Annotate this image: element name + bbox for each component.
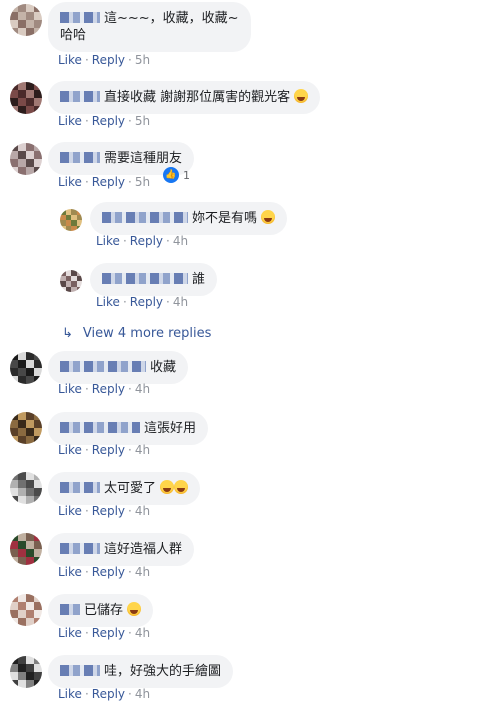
like-link[interactable]: Like <box>58 114 82 128</box>
reply-link[interactable]: Reply <box>92 382 125 396</box>
reply-link[interactable]: Reply <box>92 175 125 189</box>
comment-bubble: 直接收藏 謝謝那位厲害的觀光客 <box>48 81 321 114</box>
reply-link[interactable]: Reply <box>92 114 125 128</box>
comment-bubble: 這~~~，收藏，收藏~ 哈哈 <box>48 2 251 52</box>
comment-actions: Like · Reply · 4h <box>58 504 151 518</box>
comment-actions: Like · Reply · 4h <box>96 295 189 309</box>
reply-link[interactable]: Reply <box>92 53 125 67</box>
comment-actions: Like · Reply · 4h <box>96 234 189 248</box>
comment-bubble: 這張好用 <box>48 412 209 445</box>
reply-link[interactable]: Reply <box>92 626 125 640</box>
comment-text-line2: 哈哈 <box>60 28 87 43</box>
comment-actions: Like · Reply · 4h <box>58 626 151 640</box>
comment-bubble: 已儲存 <box>48 594 154 627</box>
timestamp[interactable]: 5h <box>135 53 150 67</box>
avatar[interactable] <box>10 533 42 565</box>
like-link[interactable]: Like <box>58 382 82 396</box>
commenter-name[interactable] <box>60 543 100 554</box>
comment-text: 妳不是有嗎 <box>192 211 258 226</box>
comment-text: 需要這種朋友 <box>104 151 183 166</box>
timestamp[interactable]: 4h <box>135 382 150 396</box>
laughing-emoji-icon <box>294 89 309 103</box>
avatar[interactable] <box>10 656 42 688</box>
reply-link[interactable]: Reply <box>92 687 125 701</box>
commenter-name[interactable] <box>60 152 100 163</box>
avatar[interactable] <box>60 209 82 231</box>
reply-link[interactable]: Reply <box>92 443 125 457</box>
comment-text: 誰 <box>192 272 206 287</box>
reply-link[interactable]: Reply <box>130 295 163 309</box>
timestamp[interactable]: 4h <box>173 295 188 309</box>
laughing-emoji-icon <box>261 210 276 224</box>
commenter-name[interactable] <box>102 212 188 223</box>
timestamp[interactable]: 4h <box>173 234 188 248</box>
reply-arrow-icon: ↳ <box>62 326 73 341</box>
avatar[interactable] <box>10 472 42 504</box>
comment-text: 收藏 <box>150 360 177 375</box>
reaction-count[interactable]: 👍 1 <box>163 167 190 183</box>
avatar[interactable] <box>60 270 82 292</box>
comment-text: 哇，好強大的手繪圖 <box>104 664 222 679</box>
like-link[interactable]: Like <box>96 295 120 309</box>
like-reaction-icon: 👍 <box>163 167 179 183</box>
commenter-name[interactable] <box>60 665 100 676</box>
comment-text: 這~~~，收藏，收藏~ <box>104 11 239 26</box>
timestamp[interactable]: 4h <box>135 443 150 457</box>
commenter-name[interactable] <box>60 12 100 23</box>
comment-actions: Like · Reply · 5h <box>58 114 151 128</box>
like-link[interactable]: Like <box>58 443 82 457</box>
like-link[interactable]: Like <box>58 626 82 640</box>
avatar[interactable] <box>10 82 42 114</box>
comment-bubble: 哇，好強大的手繪圖 <box>48 655 234 688</box>
commenter-name[interactable] <box>60 604 80 615</box>
commenter-name[interactable] <box>60 422 140 433</box>
comment-text: 這張好用 <box>144 421 197 436</box>
avatar[interactable] <box>10 352 42 384</box>
like-link[interactable]: Like <box>58 687 82 701</box>
laughing-emoji-icon <box>160 480 175 494</box>
like-link[interactable]: Like <box>58 565 82 579</box>
comment-actions: Like · Reply · 4h <box>58 443 151 457</box>
comment-text: 太可愛了 <box>104 481 157 496</box>
commenter-name[interactable] <box>60 361 146 372</box>
avatar[interactable] <box>10 4 42 36</box>
like-link[interactable]: Like <box>58 175 82 189</box>
avatar[interactable] <box>10 143 42 175</box>
like-link[interactable]: Like <box>58 504 82 518</box>
comment-actions: Like · Reply · 4h <box>58 382 151 396</box>
laughing-emoji-icon <box>127 602 142 616</box>
comment-text: 已儲存 <box>84 603 124 618</box>
comment-actions: Like · Reply · 4h <box>58 687 151 701</box>
commenter-name[interactable] <box>60 482 100 493</box>
timestamp[interactable]: 5h <box>135 175 150 189</box>
comment-bubble: 收藏 <box>48 351 189 384</box>
like-link[interactable]: Like <box>96 234 120 248</box>
reply-link[interactable]: Reply <box>92 565 125 579</box>
timestamp[interactable]: 4h <box>135 687 150 701</box>
comment-bubble: 太可愛了 <box>48 472 201 505</box>
timestamp[interactable]: 4h <box>135 626 150 640</box>
comment-actions: Like · Reply · 5h <box>58 175 151 189</box>
commenter-name[interactable] <box>102 273 188 284</box>
reply-link[interactable]: Reply <box>92 504 125 518</box>
comment-actions: Like · Reply · 5h <box>58 53 151 67</box>
comment-bubble: 誰 <box>90 263 218 296</box>
timestamp[interactable]: 4h <box>135 504 150 518</box>
comment-bubble: 這好造福人群 <box>48 533 195 566</box>
comment-text: 這好造福人群 <box>104 542 183 557</box>
comment-text: 直接收藏 謝謝那位厲害的觀光客 <box>104 90 291 105</box>
timestamp[interactable]: 5h <box>135 114 150 128</box>
reply-link[interactable]: Reply <box>130 234 163 248</box>
avatar[interactable] <box>10 594 42 626</box>
comment-bubble: 妳不是有嗎 <box>90 202 288 235</box>
commenter-name[interactable] <box>60 91 100 102</box>
laughing-emoji-icon <box>174 480 189 494</box>
timestamp[interactable]: 4h <box>135 565 150 579</box>
avatar[interactable] <box>10 412 42 444</box>
like-link[interactable]: Like <box>58 53 82 67</box>
view-more-replies-link[interactable]: ↳ View 4 more replies <box>62 326 211 341</box>
comment-actions: Like · Reply · 4h <box>58 565 151 579</box>
